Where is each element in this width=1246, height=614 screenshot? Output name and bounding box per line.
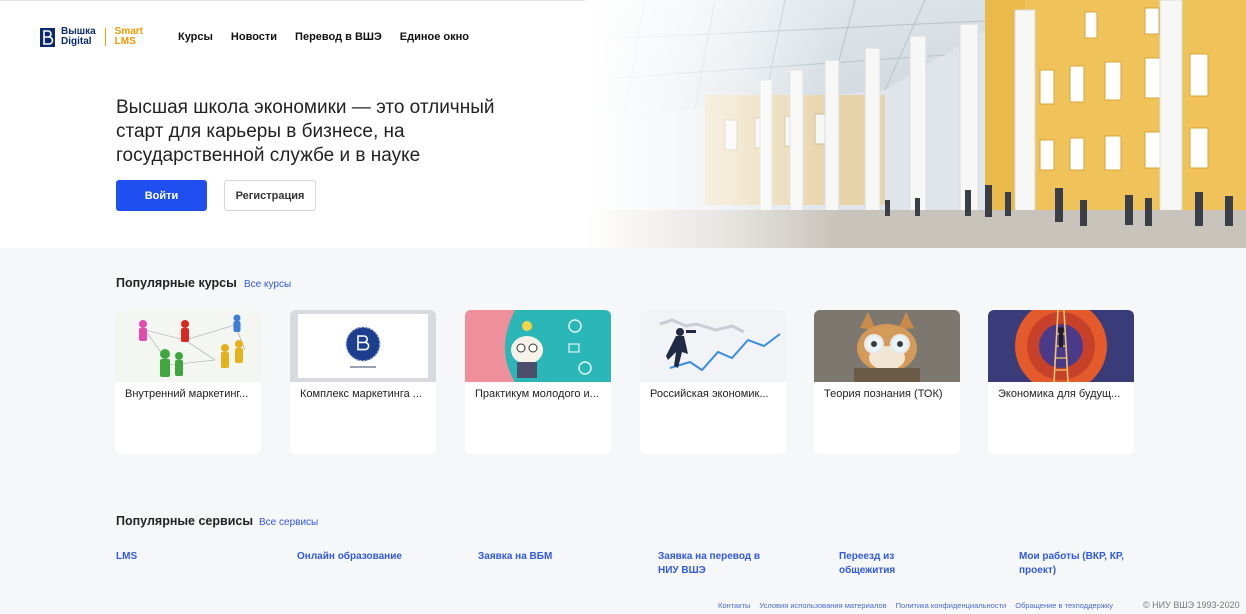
logo-secondary-line2: LMS: [114, 36, 136, 47]
service-label-line2: НИУ ВШЭ: [658, 565, 706, 576]
course-title: Российская экономик...: [650, 388, 769, 400]
hse-logo-icon: [40, 27, 55, 47]
course-title: Теория познания (ТОК): [824, 388, 943, 400]
popular-services-title: Популярные сервисы: [116, 514, 254, 528]
service-link-lms[interactable]: LMS: [116, 550, 236, 564]
register-button[interactable]: Регистрация: [224, 180, 316, 211]
service-link-vbm-request[interactable]: Заявка на ВБМ: [478, 550, 598, 564]
footer-links: Контакты Условия использования материало…: [718, 601, 1113, 610]
all-services-link[interactable]: Все сервисы: [259, 517, 318, 528]
logo-primary-line2: Digital: [61, 36, 92, 47]
course-card[interactable]: Экономика для будущ...: [988, 310, 1134, 454]
all-courses-link[interactable]: Все курсы: [244, 279, 291, 290]
course-title: Внутренний маркетинг...: [125, 388, 249, 400]
course-title: Практикум молодого и...: [475, 388, 599, 400]
hero-section: Вышка Digital Smart LMS Курсы Новости Пе…: [0, 0, 1246, 248]
business-chart-image: [640, 310, 786, 382]
nav-news[interactable]: Новости: [231, 31, 277, 43]
service-link-transfer-request[interactable]: Заявка на перевод в НИУ ВШЭ: [658, 550, 778, 578]
campus-photo: [585, 0, 1246, 248]
service-label-line2: проект): [1019, 565, 1057, 576]
footer-link-contacts[interactable]: Контакты: [718, 601, 750, 610]
course-card[interactable]: Внутренний маркетинг...: [115, 310, 261, 454]
course-card[interactable]: Российская экономик...: [640, 310, 786, 454]
nav-single-window[interactable]: Единое окно: [400, 31, 469, 43]
footer-link-support[interactable]: Обращение в техподдержку: [1015, 601, 1113, 610]
people-network-image: [115, 310, 261, 382]
footer-link-terms[interactable]: Условия использования материалов: [759, 601, 886, 610]
service-label: Онлайн образование: [297, 551, 402, 562]
hse-logo-image: [290, 310, 436, 382]
service-label: LMS: [116, 551, 138, 562]
course-title: Экономика для будущ...: [998, 388, 1121, 400]
service-link-online-education[interactable]: Онлайн образование: [297, 550, 417, 564]
course-card[interactable]: Теория познания (ТОК): [814, 310, 960, 454]
nav-courses[interactable]: Курсы: [178, 31, 213, 43]
divider: [0, 0, 620, 1]
course-card[interactable]: Комплекс маркетинга ...: [290, 310, 436, 454]
main-nav: Курсы Новости Перевод в ВШЭ Единое окно: [178, 31, 469, 43]
page: Вышка Digital Smart LMS Курсы Новости Пе…: [0, 0, 1246, 614]
popular-courses-title: Популярные курсы: [116, 276, 237, 290]
service-link-my-works[interactable]: Мои работы (ВКР, КР, проект): [1019, 550, 1139, 578]
logo-separator: [104, 28, 106, 46]
service-label: Заявка на ВБМ: [478, 551, 553, 562]
scientist-illustration-image: [465, 310, 611, 382]
service-label-line1: Мои работы (ВКР, КР,: [1019, 551, 1124, 562]
service-label-line2: общежития: [839, 565, 896, 576]
logo[interactable]: Вышка Digital Smart LMS: [40, 27, 143, 47]
course-card[interactable]: Практикум молодого и...: [465, 310, 611, 454]
service-link-dorm-move[interactable]: Переезд из общежития: [839, 550, 959, 578]
service-label-line1: Заявка на перевод в: [658, 551, 761, 562]
service-label-line1: Переезд из: [839, 551, 895, 562]
cat-with-glasses-image: [814, 310, 960, 382]
footer-link-privacy[interactable]: Политика конфиденциальности: [896, 601, 1007, 610]
logo-primary: Вышка Digital: [61, 27, 96, 47]
course-title: Комплекс маркетинга ...: [300, 388, 422, 400]
logo-secondary: Smart LMS: [115, 27, 143, 47]
ladder-illustration-image: [988, 310, 1134, 382]
copyright: © НИУ ВШЭ 1993-2020: [1143, 600, 1240, 610]
nav-transfer[interactable]: Перевод в ВШЭ: [295, 31, 382, 43]
hero-title: Высшая школа экономики — это отличный ст…: [116, 97, 495, 166]
login-button[interactable]: Войти: [116, 180, 207, 211]
